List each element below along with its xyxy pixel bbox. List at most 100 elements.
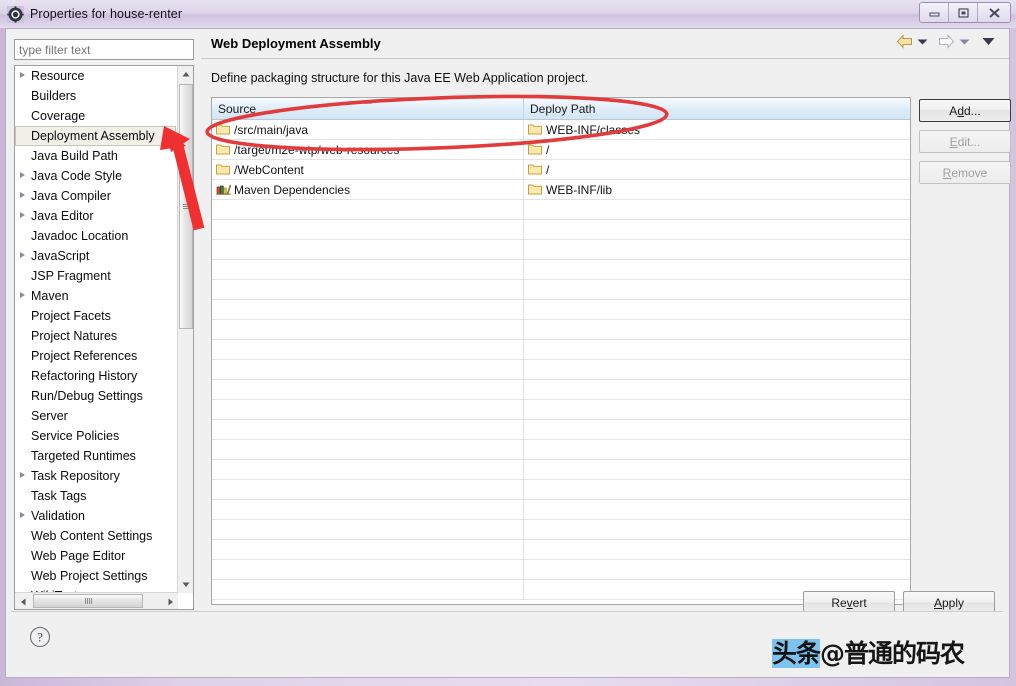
forward-arrow-icon[interactable] [938,34,955,49]
sidebar-item-service-policies[interactable]: Service Policies [15,426,178,446]
sidebar-item-project-facets[interactable]: Project Facets [15,306,178,326]
table-row[interactable]: Maven Dependencies WEB-INF/lib [212,180,910,200]
table-row[interactable]: /target/m2e-wtp/web-resources / [212,140,910,160]
properties-dialog-window: Properties for house-renter type filter … [0,0,1016,686]
scroll-down-arrow-icon[interactable] [178,576,193,593]
table-row[interactable]: /WebContent / [212,160,910,180]
sidebar-item-task-repository[interactable]: Task Repository [15,466,178,486]
column-header-deploy-path[interactable]: Deploy Path [524,98,910,119]
folder-icon [216,163,230,178]
table-body: /src/main/java WEB-INF/classes /target/m… [212,120,910,600]
forward-chevron-down-icon[interactable] [959,38,970,46]
sidebar-item-label: Project Facets [31,309,111,323]
cell-text: /target/m2e-wtp/web-resources [234,142,400,157]
sidebar-item-jsp-fragment[interactable]: JSP Fragment [15,266,178,286]
scroll-grip-icon [84,598,92,604]
column-header-source[interactable]: Source [212,98,524,119]
sidebar-item-label: Builders [31,89,77,103]
cell-deploy-path [524,360,910,379]
sidebar-item-run-debug-settings[interactable]: Run/Debug Settings [15,386,178,406]
cell-deploy-path [524,240,910,259]
sidebar-item-web-content-settings[interactable]: Web Content Settings [15,526,178,546]
sidebar-item-validation[interactable]: Validation [15,506,178,526]
back-chevron-down-icon[interactable] [917,38,928,46]
tree-horizontal-scrollbar[interactable] [15,592,178,609]
tree-vscroll-thumb[interactable] [179,84,193,329]
sidebar-item-targeted-runtimes[interactable]: Targeted Runtimes [15,446,178,466]
maximize-button[interactable] [949,3,978,22]
filter-input[interactable] [14,39,194,60]
expand-arrow-icon[interactable] [20,192,25,198]
back-arrow-icon[interactable] [896,34,913,49]
expand-arrow-icon[interactable] [20,212,25,218]
sidebar-item-task-tags[interactable]: Task Tags [15,486,178,506]
add-button[interactable]: Add... [919,99,1011,122]
sidebar-item-label: Java Build Path [31,149,118,163]
table-empty-row [212,280,910,300]
sidebar-item-java-editor[interactable]: Java Editor [15,206,178,226]
sidebar-item-javadoc-location[interactable]: Javadoc Location [15,226,178,246]
cell-source [212,580,524,599]
sidebar-item-coverage[interactable]: Coverage [15,106,178,126]
cell-deploy-path [524,540,910,559]
expand-arrow-icon[interactable] [20,252,25,258]
cell-deploy-path: / [524,140,910,159]
sidebar-item-resource[interactable]: Resource [15,66,178,86]
table-empty-row [212,420,910,440]
cell-text: WEB-INF/lib [546,182,612,197]
cell-text: /src/main/java [234,122,309,137]
sidebar-item-label: Maven [31,289,69,303]
table-row[interactable]: /src/main/java WEB-INF/classes [212,120,910,140]
sidebar-item-java-build-path[interactable]: Java Build Path [15,146,178,166]
close-button[interactable] [978,3,1010,22]
scroll-left-arrow-icon[interactable] [15,593,31,609]
deployment-assembly-table[interactable]: Source Deploy Path /src/main/java WEB-IN… [211,97,911,605]
sidebar-item-label: Deployment Assembly [31,129,155,143]
expand-arrow-icon[interactable] [20,512,25,518]
sidebar-item-web-page-editor[interactable]: Web Page Editor [15,546,178,566]
cell-deploy-path [524,220,910,239]
cell-source: /WebContent [212,160,524,179]
sidebar-item-label: Project Natures [31,329,118,343]
tree-hscroll-thumb[interactable] [33,594,143,608]
cell-deploy-path [524,500,910,519]
question-mark-icon: ? [29,626,51,648]
sidebar-item-project-references[interactable]: Project References [15,346,178,366]
page-navigation [896,34,995,49]
cell-text: /WebContent [234,162,304,177]
scroll-up-arrow-icon[interactable] [178,66,193,83]
remove-button-label: Remove [942,165,988,180]
sidebar-item-web-project-settings[interactable]: Web Project Settings [15,566,178,586]
expand-arrow-icon[interactable] [20,72,25,78]
sidebar-item-maven[interactable]: Maven [15,286,178,306]
cell-text: / [546,162,550,177]
sidebar-item-project-natures[interactable]: Project Natures [15,326,178,346]
tree-vertical-scrollbar[interactable] [177,66,193,593]
expand-arrow-icon[interactable] [20,472,25,478]
help-button[interactable]: ? [29,626,51,648]
sidebar-item-javascript[interactable]: JavaScript [15,246,178,266]
settings-tree-panel: Resource Builders Coverage Deployment As… [14,39,194,624]
scroll-right-arrow-icon[interactable] [162,593,178,609]
expand-arrow-icon[interactable] [20,292,25,298]
sidebar-item-java-code-style[interactable]: Java Code Style [15,166,178,186]
edit-button[interactable]: Edit... [919,130,1011,153]
watermark-rest: 普通的码农 [844,639,965,668]
minimize-button[interactable] [920,3,949,22]
sidebar-item-label: JSP Fragment [31,269,111,283]
settings-tree[interactable]: Resource Builders Coverage Deployment As… [14,65,194,610]
sidebar-item-refactoring-history[interactable]: Refactoring History [15,366,178,386]
window-title: Properties for house-renter [30,7,183,21]
remove-button[interactable]: Remove [919,161,1011,184]
page-description: Define packaging structure for this Java… [211,71,589,85]
sidebar-item-server[interactable]: Server [15,406,178,426]
sidebar-item-deployment-assembly[interactable]: Deployment Assembly [15,126,176,146]
sidebar-item-label: Server [31,409,68,423]
cell-source [212,320,524,339]
add-button-label: Add... [949,103,981,118]
sidebar-item-java-compiler[interactable]: Java Compiler [15,186,178,206]
page-menu-chevron-down-icon[interactable] [982,37,995,46]
expand-arrow-icon[interactable] [20,172,25,178]
sidebar-item-label: Service Policies [31,429,120,443]
sidebar-item-builders[interactable]: Builders [15,86,178,106]
